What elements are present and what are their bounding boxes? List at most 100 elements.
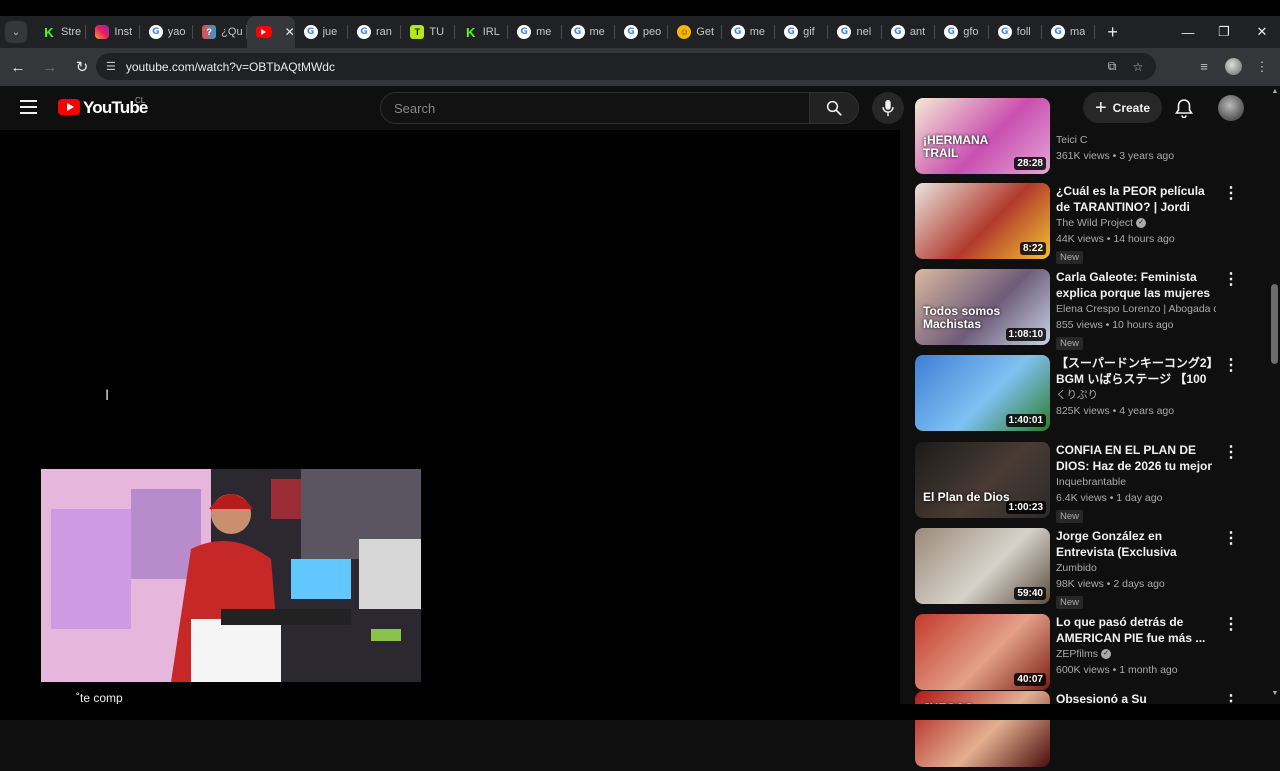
video-thumbnail[interactable]: 59:40 [915, 528, 1050, 604]
browser-tab[interactable]: Ggfo [935, 16, 989, 48]
bookmark-star-icon[interactable]: ☆ [1128, 53, 1148, 80]
menu-icon[interactable] [20, 100, 37, 114]
scrollbar-thumb[interactable] [1271, 284, 1278, 364]
more-actions-icon[interactable]: ⋮ [1223, 185, 1239, 203]
browser-tab[interactable]: Gjue [295, 16, 348, 48]
recommendation-card[interactable]: 8:22 ¿Cuál es la PEOR película de TARANTI… [915, 183, 1239, 264]
channel-name-row: Teici C [1056, 132, 1216, 148]
browser-tab[interactable]: Gma [1042, 16, 1096, 48]
search-input[interactable]: Search [380, 92, 810, 124]
video-stats: 98K views • 2 days ago [1056, 576, 1216, 592]
media-controls-icon[interactable]: ≡ [1191, 53, 1217, 80]
scroll-down-icon[interactable]: ▼ [1270, 690, 1280, 700]
video-title[interactable]: ¿Cuál es la PEOR película de TARANTINO? … [1056, 183, 1216, 215]
back-button[interactable]: ← [4, 53, 32, 81]
channel-name[interactable]: ZEPfilms [1056, 648, 1098, 660]
separator-dot: • [1109, 664, 1120, 676]
video-thumbnail[interactable]: ¡HERMANA TRAIL 28:28 [915, 98, 1050, 174]
video-thumbnail[interactable]: Todos somos Machistas 1:08:10 [915, 269, 1050, 345]
tu-icon: T [410, 25, 425, 39]
browser-tab[interactable]: Gme [562, 16, 615, 48]
tab-label: me [589, 26, 605, 38]
video-title[interactable]: Lo que pasó detrás de AMERICAN PIE fue m… [1056, 614, 1216, 646]
browser-tab[interactable]: Gme [508, 16, 562, 48]
video-thumbnail[interactable]: El Plan de Dios 1:00:23 [915, 442, 1050, 518]
tab-label: nel [856, 26, 872, 38]
browser-tab[interactable]: Gme [722, 16, 776, 48]
page-scrollbar[interactable] [1270, 86, 1280, 704]
user-avatar[interactable] [1218, 95, 1244, 121]
reload-button[interactable]: ↻ [68, 53, 96, 81]
channel-name[interactable]: The Wild Project [1056, 217, 1133, 229]
tab-label: IRL [482, 26, 500, 38]
browser-tab[interactable]: ✕ [246, 16, 295, 48]
video-title[interactable]: 【スーパードンキーコング2】BGM いばらステージ 【100分... [1056, 355, 1216, 387]
video-thumbnail[interactable]: 40:07 [915, 614, 1050, 690]
arrow-left-icon: ← [10, 58, 26, 76]
recommendation-card[interactable]: El Plan de Dios 1:00:23 CONFIA EN EL PLAN … [915, 442, 1239, 524]
more-actions-icon[interactable]: ⋮ [1223, 357, 1239, 375]
more-actions-icon[interactable]: ⋮ [1223, 616, 1239, 634]
video-title[interactable]: CONFIA EN EL PLAN DE DIOS: Haz de 2026 t… [1056, 442, 1216, 474]
video-duration: 8:22 [1019, 242, 1046, 255]
channel-name-row: Inquebrantable [1056, 474, 1216, 490]
new-tab-button[interactable]: + [1107, 22, 1118, 43]
site-info-icon[interactable]: ☰ [106, 60, 116, 73]
browser-tab[interactable]: Gnel [828, 16, 882, 48]
browser-tab[interactable]: ? ¿Qu [193, 16, 247, 48]
browser-tab[interactable]: K Stre [33, 16, 87, 48]
minimize-button[interactable]: — [1170, 16, 1206, 48]
restore-button[interactable]: ❐ [1206, 16, 1242, 48]
address-bar[interactable]: ☰ youtube.com/watch?v=OBTbAQtMWdc ☆ ⧉ [96, 53, 1156, 80]
forward-button[interactable]: → [36, 53, 64, 81]
channel-name[interactable]: Zumbido [1056, 562, 1097, 574]
more-actions-icon[interactable]: ⋮ [1223, 444, 1239, 462]
channel-name[interactable]: くりぷり [1056, 389, 1098, 401]
profile-avatar[interactable] [1225, 58, 1242, 75]
webcam-overlay [41, 469, 421, 682]
notifications-button[interactable] [1172, 96, 1196, 120]
video-thumbnail[interactable]: 8:22 [915, 183, 1050, 259]
browser-tab[interactable]: K IRL [455, 16, 509, 48]
browser-tab[interactable]: Inst [86, 16, 140, 48]
recommendation-card[interactable]: ¡HERMANA TRAIL 28:28 Teici C 361K views • 3… [915, 98, 1235, 174]
browser-menu-icon[interactable]: ⋮ [1249, 53, 1275, 80]
tab-search-button[interactable]: ⌄ [5, 21, 27, 43]
voice-search-button[interactable] [872, 92, 904, 124]
recommendation-card[interactable]: 1:40:01 【スーパードンキーコング2】BGM いばらステージ 【100分..… [915, 355, 1239, 435]
scroll-up-icon[interactable]: ▲ [1270, 88, 1280, 98]
browser-tab[interactable]: T TU [401, 16, 455, 48]
recommendation-card[interactable]: JUEGOSObsesionó a Su Hermanastra⋮ [915, 691, 1239, 771]
upload-age: 2 days ago [1113, 578, 1165, 590]
video-thumbnail[interactable]: JUEGOS [915, 691, 1050, 767]
browser-tab[interactable]: Gran [348, 16, 402, 48]
browser-tab[interactable]: Ggif [775, 16, 829, 48]
video-duration: 28:28 [1014, 157, 1046, 170]
video-title[interactable]: Carla Galeote: Feminista explica porque … [1056, 269, 1216, 301]
browser-tab[interactable]: ☺ Get [668, 16, 722, 48]
recommendation-card[interactable]: 40:07 Lo que pasó detrás de AMERICAN PIE … [915, 614, 1239, 694]
tab-list: K Stre Inst Gyao? ¿Qu ✕ Gjue Gran T TU K IRL Gme Gme G… [33, 16, 1096, 48]
recommendation-card[interactable]: Todos somos Machistas 1:08:10 Carla Galeot… [915, 269, 1239, 350]
recommendation-card[interactable]: 59:40 Jorge González en Entrevista (Exclu… [915, 528, 1239, 609]
quiz-icon: ? [202, 25, 217, 39]
tab-close-icon[interactable]: ✕ [285, 25, 295, 39]
close-window-button[interactable]: ✕ [1244, 16, 1280, 48]
browser-tab[interactable]: Gyao [140, 16, 194, 48]
search-button[interactable] [809, 92, 859, 124]
youtube-logo-icon[interactable] [58, 99, 80, 115]
browser-tab[interactable]: Gant [882, 16, 936, 48]
install-app-icon[interactable]: ⧉ [1102, 53, 1122, 80]
more-actions-icon[interactable]: ⋮ [1223, 530, 1239, 548]
more-actions-icon[interactable]: ⋮ [1223, 271, 1239, 289]
create-button[interactable]: + Create [1083, 92, 1162, 123]
channel-name[interactable]: Teici C [1056, 134, 1088, 146]
browser-tab[interactable]: Gpeo [615, 16, 669, 48]
video-meta: CONFIA EN EL PLAN DE DIOS: Haz de 2026 t… [1056, 442, 1216, 524]
reload-icon: ↻ [75, 59, 89, 76]
video-title[interactable]: Jorge González en Entrevista (Exclusiva … [1056, 528, 1216, 560]
channel-name[interactable]: Elena Crespo Lorenzo | Abogada de Fa... [1056, 303, 1216, 315]
channel-name[interactable]: Inquebrantable [1056, 476, 1126, 488]
video-thumbnail[interactable]: 1:40:01 [915, 355, 1050, 431]
browser-tab[interactable]: Gfoll [989, 16, 1043, 48]
